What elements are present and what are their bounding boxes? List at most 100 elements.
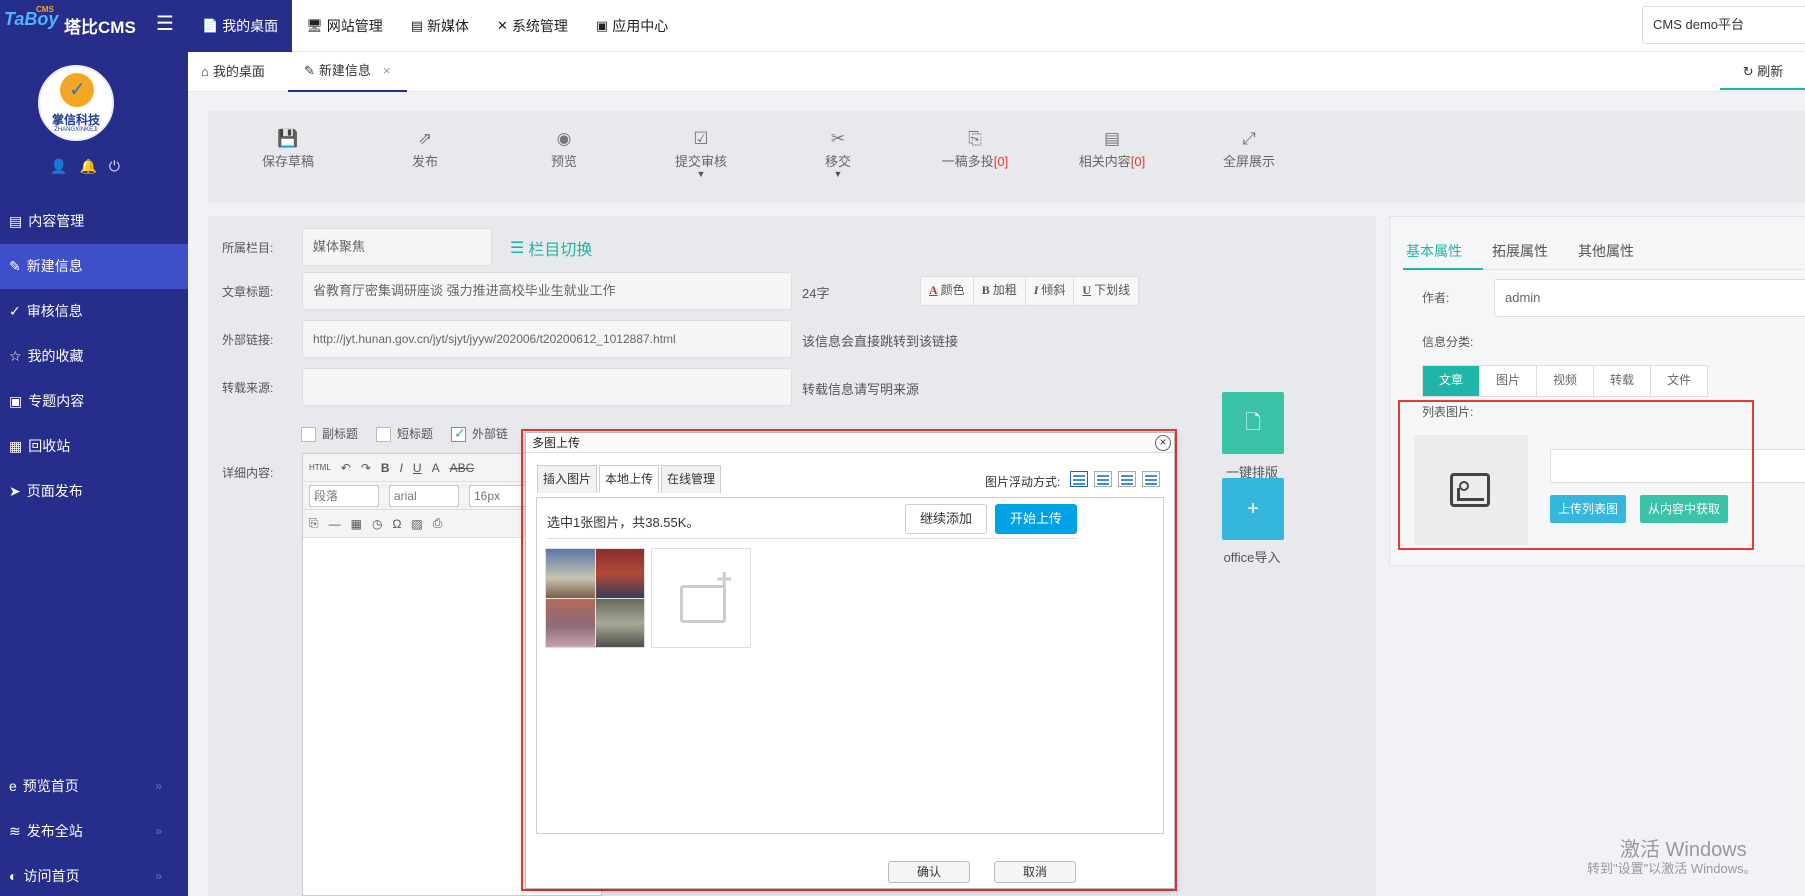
add-image-button[interactable]: + [651,548,751,648]
category-repost[interactable]: 转载 [1594,366,1652,396]
double-chevron-icon: » [155,824,162,838]
category-article[interactable]: 文章 [1423,366,1481,396]
font-select[interactable]: arial [389,484,459,507]
category-image[interactable]: 图片 [1480,366,1538,396]
external-link-checkbox[interactable]: 外部链 [451,425,508,443]
tab-local-upload[interactable]: 本地上传 [599,465,660,493]
office-import-button[interactable]: + [1222,478,1284,540]
topnav-my-desktop[interactable]: 📄 我的桌面 [188,0,293,52]
sidebar-item-content-management[interactable]: ▤ 内容管理 [0,199,188,244]
float-right-icon[interactable] [1118,471,1136,487]
sidebar-item-preview-home[interactable]: e 预览首页» [0,764,188,809]
topnav-new-media[interactable]: ▤ 新媒体 [397,0,483,52]
double-chevron-icon: » [155,869,162,883]
bold-icon[interactable]: B [381,461,390,475]
author-field[interactable]: admin [1494,279,1805,317]
one-click-layout-button[interactable]: 🗋 [1222,392,1284,454]
italic-button[interactable]: I 倾斜 [1026,277,1075,305]
tab-other-properties[interactable]: 其他属性 [1578,241,1634,261]
sidebar-item-topics[interactable]: ▣ 专题内容 [0,379,188,424]
subtitle-checkbox[interactable]: 副标题 [301,425,358,443]
source-label: 转载来源: [222,381,274,395]
topnav-system-management[interactable]: ✕ 系统管理 [483,0,582,52]
thumbnail-tile [596,549,644,598]
tab-extended-properties[interactable]: 拓展属性 [1492,241,1548,261]
menu-toggle-icon[interactable]: ☰ [156,11,174,36]
option-checkboxes: 副标题 短标题 外部链 [301,425,508,443]
star-icon: ☆ [9,348,22,364]
category-file[interactable]: 文件 [1651,366,1708,396]
close-icon[interactable]: × [383,51,391,91]
paste-icon[interactable]: ⎘ [309,516,319,531]
start-upload-button[interactable]: 开始上传 [995,504,1077,534]
confirm-button[interactable]: 确认 [888,861,970,883]
tab-basic-properties[interactable]: 基本属性 [1406,241,1462,261]
omega-icon[interactable]: Ω [392,517,401,531]
undo-icon[interactable]: ↶ [341,461,351,475]
underline-button[interactable]: U 下划线 [1074,277,1138,305]
transfer-button[interactable]: ✂ 移交 ▼ [778,129,898,179]
bold-button[interactable]: B 加粗 [974,277,1026,305]
underline-icon[interactable]: U [413,461,422,475]
thumbnail-tile [596,599,644,647]
tab-online-management[interactable]: 在线管理 [661,465,722,493]
short-title-checkbox[interactable]: 短标题 [376,425,433,443]
top-nav: 📄 我的桌面 🖥 网站管理 ▤ 新媒体 ✕ 系统管理 ▣ 应用中心 [188,0,682,52]
related-content-button[interactable]: ▤ 相关内容[0] [1052,129,1172,170]
horizontal-rule-icon[interactable]: — [329,517,341,531]
home-icon: ⌂ [201,64,209,79]
windows-activation-hint: 转到"设置"以激活 Windows。 [1587,861,1757,876]
sidebar-item-publish-site[interactable]: ≋ 发布全站» [0,809,188,854]
power-icon[interactable]: ⏻ [109,158,120,175]
color-button[interactable]: A 颜色 [921,277,974,305]
preview-button[interactable]: ◉ 预览 [504,129,624,170]
publish-button[interactable]: ⇗ 发布 [365,129,485,170]
sidebar-item-page-publish[interactable]: ➤ 页面发布 [0,469,188,514]
sidebar-item-recycle-bin[interactable]: ▦ 回收站 [0,424,188,469]
external-link-field[interactable]: http://jyt.hunan.gov.cn/jyt/sjyt/jyyw/20… [302,320,792,358]
html-source-icon[interactable]: HTML [309,463,331,472]
float-mode-label: 图片浮动方式: [985,475,1061,489]
category-video[interactable]: 视频 [1537,366,1595,396]
sidebar-item-visit-home[interactable]: ◐ 访问首页» [0,854,188,896]
column-field[interactable]: 媒体聚焦 [302,228,492,266]
multi-submit-button[interactable]: ⎘ 一稿多投[0] [915,129,1035,170]
title-field[interactable]: 省教育厅密集调研座谈 强力推进高校毕业生就业工作 [302,272,792,310]
sidebar-bottom-menu: e 预览首页» ≋ 发布全站» ◐ 访问首页» [0,764,188,896]
bell-icon[interactable]: 🔔 [79,158,96,175]
tab-insert-image[interactable]: 插入图片 [537,465,598,493]
selected-image-thumbnail[interactable] [545,548,645,648]
dialog-tabs: 插入图片 本地上传 在线管理 [537,465,723,493]
column-switch-button[interactable]: ☰ 栏目切换 [510,236,592,260]
sidebar-item-new-info[interactable]: ✎ 新建信息 [0,244,188,289]
topnav-site-management[interactable]: 🖥 网站管理 [292,0,397,52]
sidebar-item-review[interactable]: ✓ 审核信息 [0,289,188,334]
float-left-icon[interactable] [1094,471,1112,487]
tab-my-desktop[interactable]: ⌂ 我的桌面 [201,52,265,92]
paragraph-select[interactable]: 段落 [309,484,379,507]
font-border-icon[interactable]: A [432,461,440,475]
fullscreen-button[interactable]: ⤢ 全屏展示 [1189,129,1309,170]
cancel-button[interactable]: 取消 [994,861,1076,883]
print-icon[interactable]: ⎙ [433,516,443,531]
clock-icon[interactable]: ◷ [372,517,382,531]
image-icon[interactable]: ▨ [411,517,422,531]
float-center-icon[interactable] [1142,471,1160,487]
sidebar-item-favorites[interactable]: ☆ 我的收藏 [0,334,188,379]
site-selector[interactable]: CMS demo平台 [1642,6,1805,44]
italic-icon[interactable]: I [400,461,403,475]
user-icon[interactable]: 👤 [50,158,67,175]
refresh-button[interactable]: ↻ 刷新 [1720,56,1805,90]
submit-review-button[interactable]: ☑ 提交审核 ▼ [641,129,761,179]
float-none-icon[interactable] [1070,471,1088,487]
topnav-app-center[interactable]: ▣ 应用中心 [582,0,682,52]
save-draft-button[interactable]: 💾 保存草稿 [228,129,348,170]
continue-add-button[interactable]: 继续添加 [905,504,987,534]
source-field[interactable] [302,368,792,406]
close-icon[interactable]: × [1155,435,1171,451]
strikethrough-icon[interactable]: ABC [450,461,475,475]
font-size-select[interactable]: 16px [469,484,529,507]
redo-icon[interactable]: ↷ [361,461,371,475]
tab-new-info[interactable]: ✎ 新建信息 × [288,52,407,92]
calendar-icon[interactable]: ▦ [351,517,362,531]
